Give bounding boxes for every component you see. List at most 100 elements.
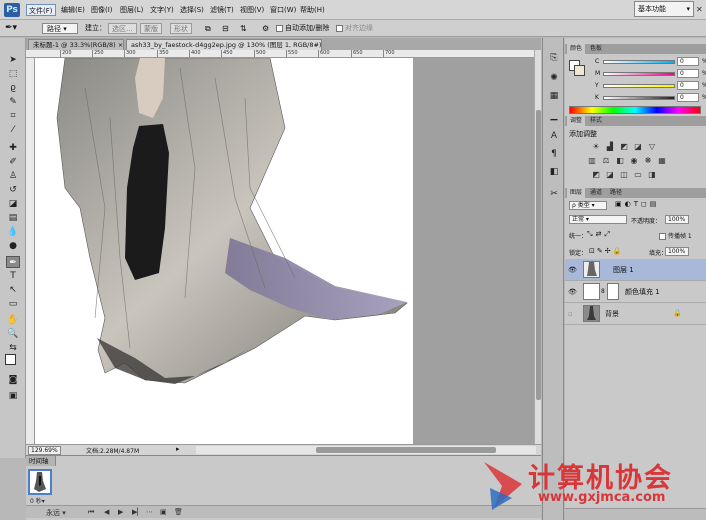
- link-icon[interactable]: 8: [601, 288, 605, 295]
- invert-icon[interactable]: ◩: [591, 170, 601, 180]
- menu-help[interactable]: 帮助(H): [298, 4, 327, 16]
- quick-select-tool-icon[interactable]: ✎: [6, 96, 20, 108]
- layer-row-layer1[interactable]: 👁 图层 1: [565, 259, 706, 281]
- blend-mode-select[interactable]: 正常 ▾: [569, 215, 627, 224]
- menu-image[interactable]: 图像(I): [89, 4, 115, 16]
- color-slider-c[interactable]: C 0 %: [595, 57, 706, 66]
- move-tool-icon[interactable]: ➤: [6, 54, 20, 66]
- healing-brush-tool-icon[interactable]: ✚: [6, 142, 20, 154]
- tool-presets-icon[interactable]: ✂: [548, 188, 560, 200]
- tab-paths[interactable]: 路径: [607, 188, 625, 198]
- lock-icons[interactable]: ⊡✎✢🔒: [589, 247, 623, 255]
- menu-view[interactable]: 视图(V): [238, 4, 266, 16]
- layer-filter-select[interactable]: ρ 类型 ▾: [569, 201, 607, 210]
- vertical-scroll-thumb[interactable]: [536, 110, 541, 400]
- black-white-icon[interactable]: ◧: [615, 156, 625, 166]
- horizontal-scrollbar[interactable]: [196, 446, 536, 454]
- color-slider-y[interactable]: Y 0 %: [595, 81, 706, 90]
- path-mode-select[interactable]: 路径 ▾: [42, 23, 78, 34]
- actions-panel-icon[interactable]: ✺: [548, 72, 560, 84]
- layer-name[interactable]: 图层 1: [613, 265, 634, 275]
- eye-hidden-icon[interactable]: ▫: [568, 310, 576, 318]
- color-slider-k[interactable]: K 0 %: [595, 93, 706, 102]
- tab-color[interactable]: 颜色: [567, 44, 586, 54]
- gear-icon[interactable]: ⚙: [262, 23, 269, 34]
- fill-field[interactable]: 100%: [665, 247, 689, 256]
- tab-styles[interactable]: 样式: [587, 116, 605, 126]
- blur-tool-icon[interactable]: 💧: [6, 226, 20, 238]
- screen-mode-icon[interactable]: ▣: [6, 390, 20, 402]
- background-color-chip[interactable]: [574, 65, 585, 76]
- histogram-panel-icon[interactable]: ▁: [548, 110, 560, 122]
- layer-name[interactable]: 背景: [605, 309, 619, 319]
- menu-edit[interactable]: 编辑(E): [59, 4, 87, 16]
- menu-select[interactable]: 选择(S): [178, 4, 206, 16]
- make-selection-button[interactable]: 选区...: [108, 23, 137, 34]
- tab-adjustments[interactable]: 调整: [567, 116, 586, 126]
- propagate-frame-checkbox[interactable]: 传播帧 1: [659, 231, 692, 240]
- dodge-tool-icon[interactable]: ●: [6, 240, 20, 252]
- path-alignment-icon[interactable]: ⊟: [222, 23, 229, 34]
- animation-frame-1[interactable]: [28, 469, 52, 495]
- layer-row-color-fill[interactable]: 👁 8 颜色填充 1: [565, 281, 706, 303]
- auto-add-delete-checkbox[interactable]: 自动添加/删除: [276, 23, 329, 34]
- document-canvas[interactable]: [35, 58, 413, 444]
- layer-row-background[interactable]: ▫ 背景 🔒: [565, 303, 706, 325]
- slider-value[interactable]: 0: [677, 57, 699, 66]
- hand-tool-icon[interactable]: ✋: [6, 314, 20, 326]
- eye-icon[interactable]: 👁: [568, 266, 577, 274]
- menu-type[interactable]: 文字(Y): [148, 4, 176, 16]
- eye-icon[interactable]: 👁: [568, 288, 577, 296]
- slider-value[interactable]: 0: [677, 81, 699, 90]
- hue-saturation-icon[interactable]: ▥: [587, 156, 597, 166]
- color-spectrum-bar[interactable]: [569, 106, 701, 114]
- swap-colors-icon[interactable]: ⇆: [6, 342, 20, 354]
- tab-ash33-jpg[interactable]: ash33_by_faestock-d4gg2ep.jpg @ 130% (图层…: [126, 39, 322, 50]
- zoom-tool-icon[interactable]: 🔍: [6, 328, 20, 340]
- duplicate-frame-icon[interactable]: ▣: [160, 508, 167, 516]
- opacity-field[interactable]: 100%: [665, 215, 689, 224]
- color-slider-m[interactable]: M 0 %: [595, 69, 706, 78]
- selective-color-icon[interactable]: ◨: [647, 170, 657, 180]
- align-edges-checkbox[interactable]: 对齐边缘: [336, 23, 373, 34]
- quick-mask-icon[interactable]: ◙: [6, 374, 20, 386]
- gradient-map-icon[interactable]: ▭: [633, 170, 643, 180]
- status-menu-arrow-icon[interactable]: ▸: [176, 445, 180, 453]
- posterize-icon[interactable]: ◪: [605, 170, 615, 180]
- crop-tool-icon[interactable]: ⌗: [6, 110, 20, 122]
- color-lookup-icon[interactable]: ▦: [657, 156, 667, 166]
- menu-window[interactable]: 窗口(W): [268, 4, 298, 16]
- threshold-icon[interactable]: ◫: [619, 170, 629, 180]
- layer-name[interactable]: 颜色填充 1: [625, 287, 660, 297]
- zoom-level-field[interactable]: 129.69%: [28, 446, 61, 455]
- next-frame-icon[interactable]: ▶▏: [132, 508, 143, 516]
- tab-swatches[interactable]: 色板: [587, 44, 605, 54]
- make-mask-button[interactable]: 蒙版: [140, 23, 162, 34]
- rectangle-tool-icon[interactable]: ▭: [6, 298, 20, 310]
- slider-track[interactable]: [603, 96, 675, 100]
- exposure-icon[interactable]: ◪: [633, 142, 643, 152]
- curves-icon[interactable]: ◩: [619, 142, 629, 152]
- levels-icon[interactable]: ▟: [605, 142, 615, 152]
- character-panel-icon[interactable]: A: [548, 130, 560, 142]
- history-brush-tool-icon[interactable]: ↺: [6, 184, 20, 196]
- clone-stamp-tool-icon[interactable]: ♙: [6, 170, 20, 182]
- vibrance-icon[interactable]: ▽: [647, 142, 657, 152]
- menu-file[interactable]: 文件(F): [26, 4, 56, 16]
- make-shape-button[interactable]: 形状: [170, 23, 192, 34]
- slider-value[interactable]: 0: [677, 93, 699, 102]
- eraser-tool-icon[interactable]: ◪: [6, 198, 20, 210]
- brightness-icon[interactable]: ☀: [591, 142, 601, 152]
- foreground-color-swatch[interactable]: [5, 354, 16, 365]
- previous-frame-icon[interactable]: ◀: [104, 508, 109, 516]
- tab-untitled-1[interactable]: 未标题-1 @ 33.3%(RGB/8) ×: [28, 39, 124, 50]
- pen-tool-icon[interactable]: ✒▾: [5, 23, 17, 34]
- close-icon[interactable]: ×: [118, 41, 123, 49]
- slider-track[interactable]: [603, 60, 675, 64]
- slider-value[interactable]: 0: [677, 69, 699, 78]
- horizontal-scroll-thumb[interactable]: [316, 447, 496, 453]
- lasso-tool-icon[interactable]: ϱ: [6, 82, 20, 94]
- play-icon[interactable]: ▶: [118, 508, 123, 516]
- navigator-panel-icon[interactable]: ▦: [548, 90, 560, 102]
- marquee-tool-icon[interactable]: ⬚: [6, 68, 20, 80]
